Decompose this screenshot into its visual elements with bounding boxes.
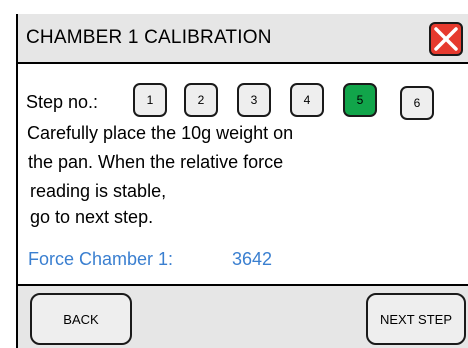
step-button-label: 3 (250, 93, 258, 107)
footer-bar: BACK NEXT STEP (16, 284, 468, 348)
back-button[interactable]: BACK (30, 293, 132, 345)
step-label: Step no.: (26, 92, 99, 112)
step-button-label: 1 (146, 93, 154, 107)
step-button-5-active[interactable]: 5 (343, 83, 377, 117)
instruction-line-1: Carefully place the 10g weight on (27, 123, 294, 143)
back-button-label: BACK (63, 311, 99, 327)
step-button-3[interactable]: 3 (237, 83, 271, 117)
instruction-line-4: go to next step. (30, 207, 154, 227)
step-button-6[interactable]: 6 (400, 86, 434, 120)
page-title: CHAMBER 1 CALIBRATION (26, 27, 272, 48)
force-label: Force Chamber 1: (28, 249, 174, 269)
step-button-4[interactable]: 4 (290, 83, 324, 117)
step-button-label: 6 (413, 96, 421, 110)
calibration-screen: CHAMBER 1 CALIBRATION Step no.: 1 2 3 4 … (0, 0, 468, 348)
step-button-label: 4 (303, 93, 311, 107)
instruction-line-3: reading is stable, (30, 181, 167, 201)
close-x-icon (434, 27, 458, 51)
force-value: 3642 (232, 249, 273, 269)
next-step-button[interactable]: NEXT STEP (366, 293, 466, 345)
close-button[interactable] (429, 22, 463, 56)
step-button-label: 5 (356, 93, 364, 107)
content-area: Step no.: 1 2 3 4 5 6 Carefully place th… (16, 64, 468, 284)
instruction-line-2: the pan. When the relative force (28, 152, 284, 172)
next-step-button-label: NEXT STEP (379, 311, 452, 327)
step-button-2[interactable]: 2 (184, 83, 218, 117)
title-bar: CHAMBER 1 CALIBRATION (16, 14, 468, 64)
step-button-1[interactable]: 1 (133, 83, 167, 117)
step-button-label: 2 (197, 93, 205, 107)
